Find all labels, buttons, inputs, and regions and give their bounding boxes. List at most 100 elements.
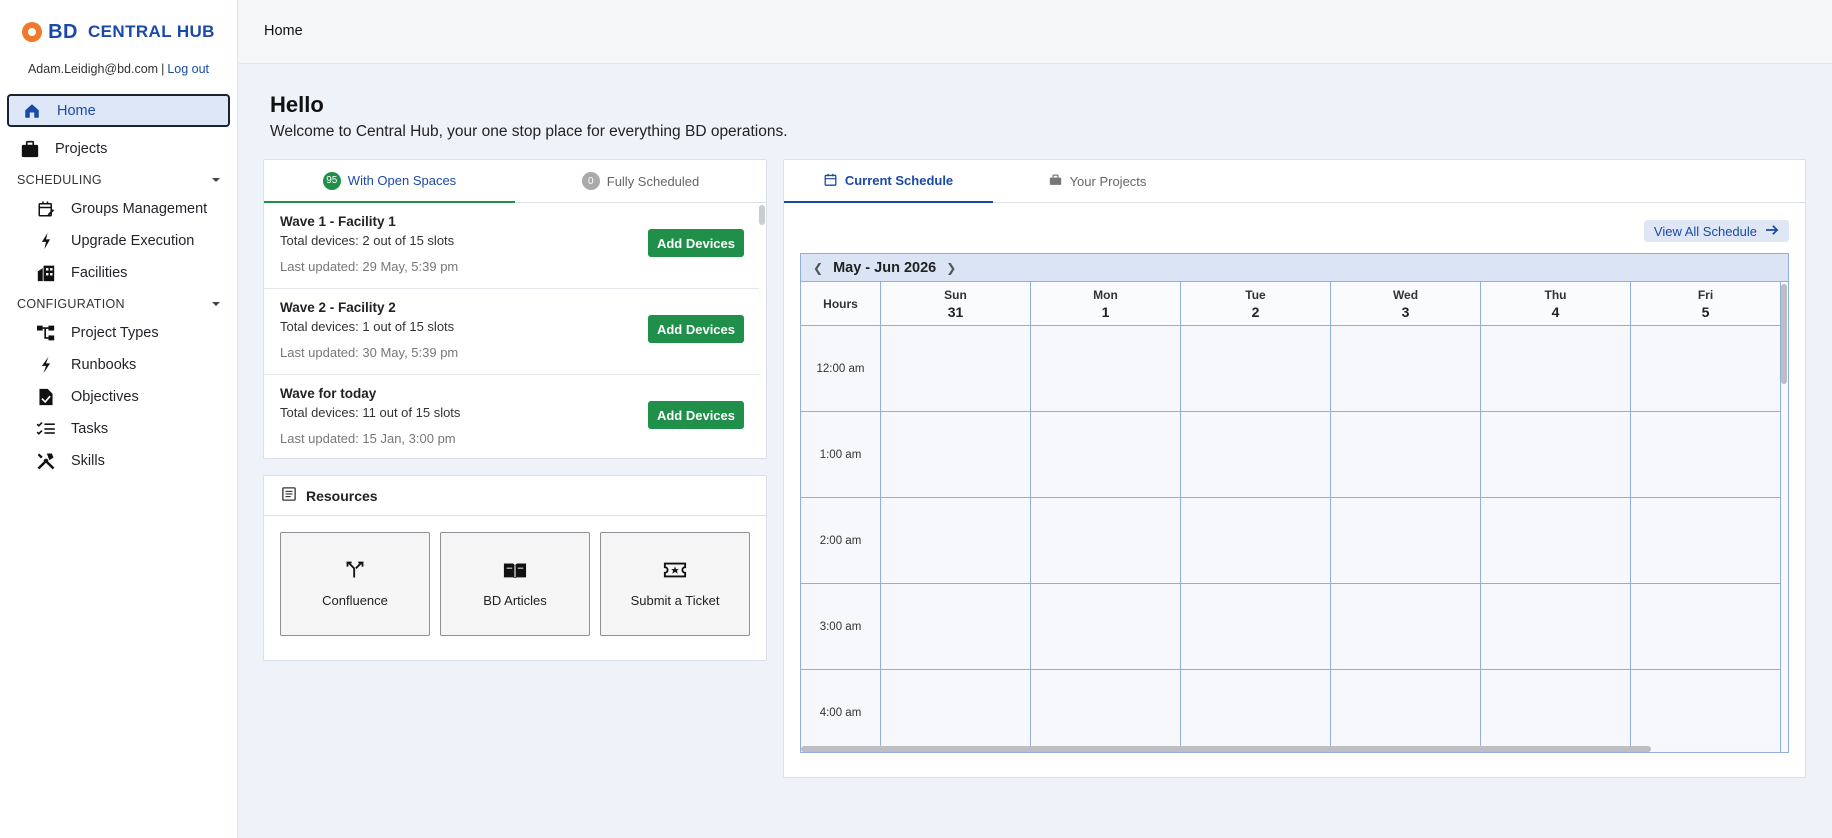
sidebar-item-objectives[interactable]: Objectives — [0, 381, 237, 413]
day-number: 31 — [947, 304, 964, 320]
sidebar-item-upgrade-execution[interactable]: Upgrade Execution — [0, 225, 237, 257]
add-devices-button[interactable]: Add Devices — [648, 315, 744, 343]
time-slot[interactable] — [881, 326, 1031, 412]
sidebar-item-label: Facilities — [71, 265, 128, 281]
time-slot[interactable] — [1631, 326, 1781, 412]
time-slot[interactable] — [1631, 498, 1781, 584]
time-slot[interactable] — [1031, 412, 1181, 498]
tab-open-spaces[interactable]: 95 With Open Spaces — [264, 160, 515, 203]
add-devices-button[interactable]: Add Devices — [648, 229, 744, 257]
wave-list[interactable]: Wave 1 - Facility 1 Total devices: 2 out… — [264, 203, 766, 458]
resources-header: Resources — [264, 476, 766, 516]
tile-label: Submit a Ticket — [630, 593, 720, 608]
time-slot[interactable] — [881, 584, 1031, 670]
time-slot[interactable] — [1631, 584, 1781, 670]
section-scheduling[interactable]: SCHEDULING — [0, 167, 237, 193]
sidebar-item-projects[interactable]: Projects — [0, 133, 237, 165]
section-configuration[interactable]: CONFIGURATION — [0, 291, 237, 317]
sidebar-item-home[interactable]: Home — [7, 94, 230, 127]
time-slot[interactable] — [1631, 670, 1781, 752]
time-slot[interactable] — [1031, 326, 1181, 412]
list-icon — [282, 487, 296, 504]
tile-label: BD Articles — [483, 593, 547, 608]
calendar-icon — [824, 173, 837, 189]
hours-header: Hours — [801, 282, 881, 326]
sidebar-item-tasks[interactable]: Tasks — [0, 413, 237, 445]
time-slot[interactable] — [1031, 498, 1181, 584]
time-slot[interactable] — [1031, 584, 1181, 670]
time-slot[interactable] — [881, 670, 1031, 752]
tab-label: Fully Scheduled — [606, 173, 700, 189]
time-slot[interactable] — [881, 498, 1031, 584]
time-slot[interactable] — [1181, 584, 1331, 670]
view-all-schedule-button[interactable]: View All Schedule — [1643, 220, 1789, 242]
schedule-card: Current Schedule Your Projects View All … — [783, 159, 1806, 778]
sidebar-item-runbooks[interactable]: Runbooks — [0, 349, 237, 381]
calendar: ❮ May - Jun 2026 ❯ Hours Sun 31 Mon 1 Tue 2… — [800, 253, 1789, 753]
time-slot[interactable] — [1331, 498, 1481, 584]
time-slot[interactable] — [1331, 412, 1481, 498]
day-name: Tue — [1245, 288, 1266, 302]
time-slot[interactable] — [1331, 670, 1481, 752]
calendar-vertical-scrollbar[interactable] — [1781, 284, 1787, 384]
hour-label: 3:00 am — [801, 584, 881, 670]
calendar-month: May - Jun 2026 — [833, 259, 937, 276]
sidebar-item-label: Tasks — [71, 421, 109, 437]
chevron-left-icon[interactable]: ❮ — [813, 261, 823, 275]
time-slot[interactable] — [1031, 670, 1181, 752]
logout-link[interactable]: Log out — [167, 62, 209, 76]
wave-total: Total devices: 1 out of 15 slots — [280, 319, 455, 334]
time-slot[interactable] — [1181, 412, 1331, 498]
wave-list-scrollbar[interactable] — [759, 205, 765, 225]
day-number: 4 — [1551, 304, 1560, 320]
tab-label: Your Projects — [1069, 173, 1147, 189]
day-header: Fri 5 — [1631, 282, 1781, 326]
time-slot[interactable] — [1481, 670, 1631, 752]
time-slot[interactable] — [1331, 326, 1481, 412]
time-slot[interactable] — [1181, 670, 1331, 752]
tab-current-schedule[interactable]: Current Schedule — [784, 160, 993, 203]
tab-your-projects[interactable]: Your Projects — [993, 160, 1202, 202]
chevron-right-icon[interactable]: ❯ — [946, 261, 956, 275]
sidebar-item-project-types[interactable]: Project Types — [0, 317, 237, 349]
day-number: 2 — [1251, 304, 1260, 320]
time-slot[interactable] — [1181, 498, 1331, 584]
sidebar-item-groups-management[interactable]: Groups Management — [0, 193, 237, 225]
wave-updated: Last updated: 29 May, 5:39 pm — [280, 259, 459, 274]
time-slot[interactable] — [1481, 326, 1631, 412]
time-slot[interactable] — [1481, 412, 1631, 498]
brand-logo[interactable]: BD CENTRAL HUB — [0, 0, 237, 64]
resource-confluence[interactable]: Confluence — [280, 532, 430, 636]
resource-submit-ticket[interactable]: Submit a Ticket — [600, 532, 750, 636]
wave-updated: Last updated: 15 Jan, 3:00 pm — [280, 431, 456, 446]
list-item: Wave for today Total devices: 11 out of … — [264, 375, 759, 458]
calendar-edit-icon — [36, 199, 56, 219]
tab-label: With Open Spaces — [347, 173, 457, 188]
breadcrumb[interactable]: Home — [264, 23, 303, 39]
calendar-horizontal-scrollbar[interactable] — [801, 746, 1651, 752]
resources-title: Resources — [306, 487, 378, 504]
calendar-header: ❮ May - Jun 2026 ❯ — [801, 254, 1788, 282]
sidebar: BD CENTRAL HUB Adam.Leidigh@bd.com | Log o… — [0, 0, 238, 838]
wave-total: Total devices: 11 out of 15 slots — [280, 405, 461, 420]
sidebar-item-facilities[interactable]: Facilities — [0, 257, 237, 289]
day-header: Thu 4 — [1481, 282, 1631, 326]
time-slot[interactable] — [881, 412, 1031, 498]
day-name: Mon — [1093, 288, 1118, 302]
wave-title: Wave 2 - Facility 2 — [280, 300, 396, 315]
resource-bd-articles[interactable]: BD Articles — [440, 532, 590, 636]
day-number: 5 — [1701, 304, 1710, 320]
brand-bd: BD — [48, 20, 78, 43]
time-slot[interactable] — [1331, 584, 1481, 670]
sidebar-item-label: Groups Management — [71, 201, 208, 217]
sidebar-item-skills[interactable]: Skills — [0, 445, 237, 477]
time-slot[interactable] — [1631, 412, 1781, 498]
time-slot[interactable] — [1481, 584, 1631, 670]
page-title: Hello — [270, 92, 324, 117]
time-slot[interactable] — [1481, 498, 1631, 584]
tab-fully-scheduled[interactable]: 0 Fully Scheduled — [515, 160, 766, 202]
wave-total: Total devices: 2 out of 15 slots — [280, 233, 455, 248]
add-devices-button[interactable]: Add Devices — [648, 401, 744, 429]
bolt-icon — [36, 355, 56, 375]
time-slot[interactable] — [1181, 326, 1331, 412]
